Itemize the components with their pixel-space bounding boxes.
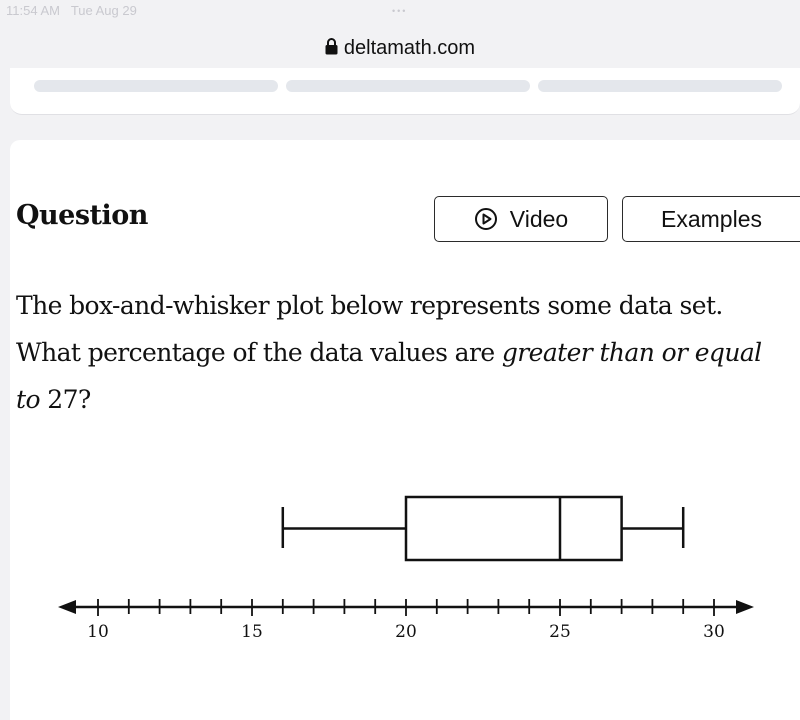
right-arrow [736, 600, 754, 614]
examples-button[interactable]: Examples [622, 196, 800, 242]
progress-card [10, 68, 800, 115]
tick-label: 15 [241, 622, 263, 642]
lock-icon [325, 31, 338, 67]
tick-label: 30 [703, 622, 725, 642]
tick-label: 10 [87, 622, 109, 642]
video-button-label: Video [509, 205, 569, 232]
question-text: The box-and-whisker plot below represent… [16, 291, 762, 414]
examples-button-label: Examples [661, 205, 762, 232]
iqr-box [404, 495, 623, 562]
tick-label: 25 [549, 622, 571, 642]
video-button[interactable]: Video [434, 196, 608, 242]
url-text: deltamath.com [343, 37, 476, 59]
progress-segment [34, 80, 278, 92]
question-number: 27 [47, 385, 78, 414]
tick-label: 20 [395, 622, 417, 642]
status-time: 11:54 AM Tue Aug 29 [6, 3, 137, 18]
address-bar[interactable]: deltamath.com [0, 30, 800, 66]
progress-segment [286, 80, 530, 92]
status-bar: 11:54 AM Tue Aug 29 ••• [0, 0, 800, 26]
play-circle-icon [474, 208, 497, 230]
left-arrow [58, 600, 76, 614]
box-plot-chart: 10 15 20 25 30 [58, 495, 754, 642]
question-title: Question [16, 200, 148, 231]
progress-segment [538, 80, 782, 92]
multitask-dots[interactable]: ••• [392, 6, 407, 16]
